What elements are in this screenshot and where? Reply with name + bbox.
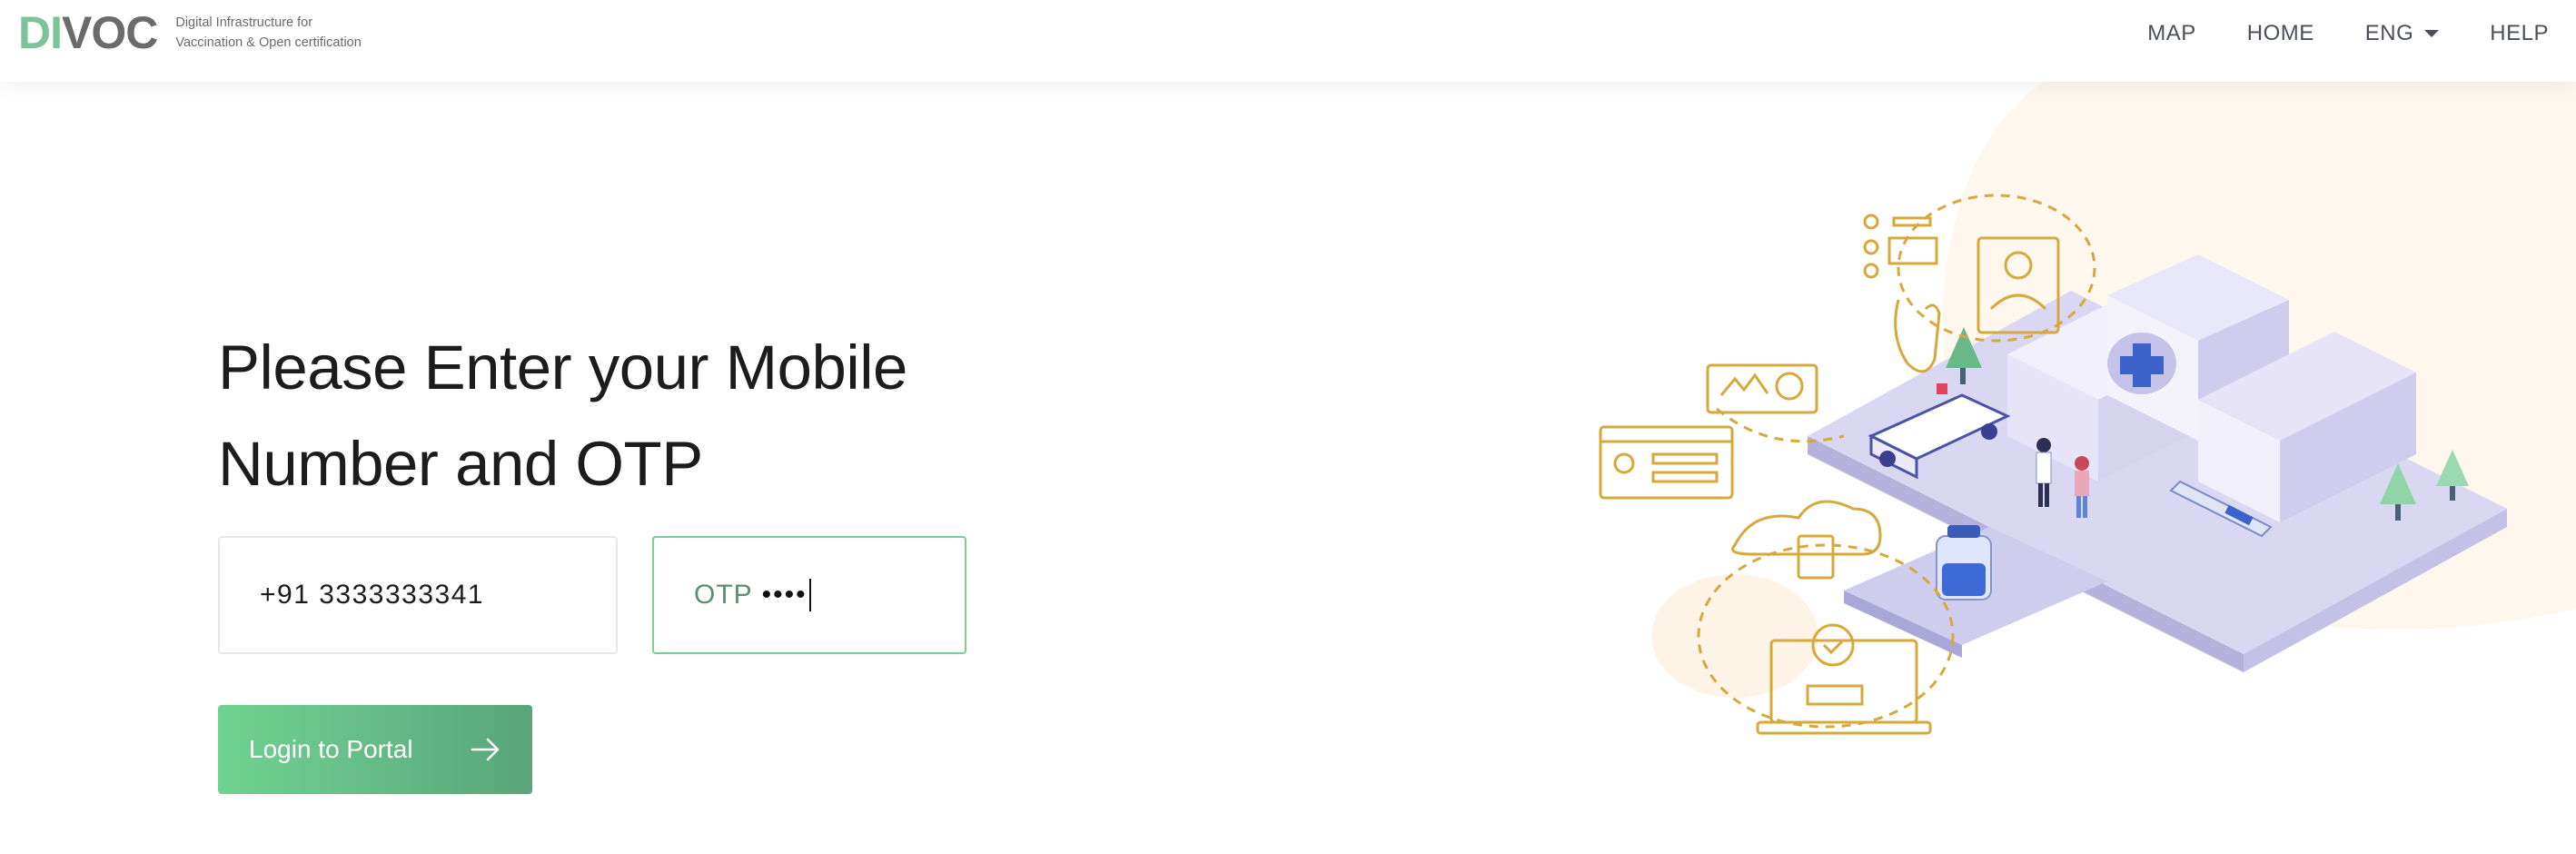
otp-masked-value: ••••	[761, 580, 807, 610]
text-cursor	[808, 579, 811, 611]
logo-green-part: DI	[18, 7, 63, 58]
language-label: ENG	[2364, 21, 2414, 45]
otp-input[interactable]: OTP ••••	[652, 536, 966, 654]
nav-map[interactable]: MAP	[2147, 21, 2196, 46]
logo-wordmark: DIVOC	[18, 7, 158, 58]
tagline-line-1: Digital Infrastructure for	[175, 15, 313, 30]
login-to-portal-button[interactable]: Login to Portal	[218, 705, 532, 794]
page-heading: Please Enter your Mobile Number and OTP	[218, 333, 907, 499]
nav-help-label: HELP	[2490, 21, 2549, 45]
logo-dark-part: VOC	[62, 7, 158, 58]
nav-home[interactable]: HOME	[2247, 21, 2314, 46]
nav-map-label: MAP	[2147, 21, 2196, 45]
logo-tagline: Digital Infrastructure for Vaccination &…	[175, 13, 361, 53]
tagline-line-2: Vaccination & Open certification	[175, 35, 362, 50]
hospital-illustration	[1599, 194, 2507, 735]
arrow-right-icon	[471, 738, 500, 761]
nav-home-label: HOME	[2246, 21, 2314, 45]
vaccine-vial-icon	[1936, 525, 1992, 601]
mobile-number-input[interactable]: +91 3333333341	[218, 536, 618, 654]
nav-help[interactable]: HELP	[2490, 21, 2549, 46]
top-navbar: DIVOC Digital Infrastructure for Vaccina…	[0, 0, 2576, 82]
main-nav: MAP HOME ENG HELP	[2147, 0, 2576, 67]
login-button-label: Login to Portal	[249, 735, 413, 763]
caret-down-icon	[2424, 30, 2440, 37]
otp-placeholder: OTP	[694, 580, 753, 610]
language-dropdown[interactable]: ENG	[2365, 21, 2440, 46]
mobile-number-value: +91 3333333341	[260, 580, 485, 610]
divoc-logo[interactable]: DIVOC Digital Infrastructure for Vaccina…	[18, 9, 362, 56]
